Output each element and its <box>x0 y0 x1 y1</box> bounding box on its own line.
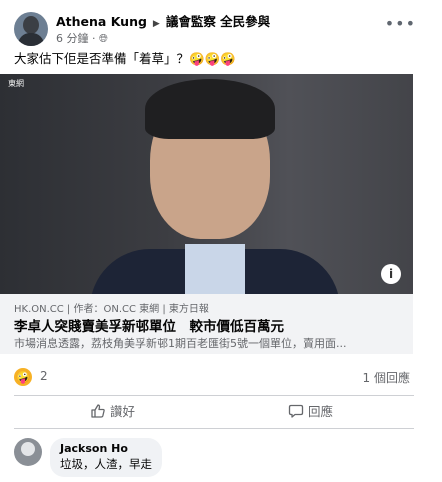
caret-right-icon: ▶ <box>152 19 160 29</box>
divider <box>14 395 414 396</box>
link-preview-image[interactable]: 東網 i <box>0 74 413 294</box>
comment-item: Jackson Ho 垃圾，人渣，早走 <box>14 438 414 478</box>
commenter-avatar[interactable] <box>14 438 42 466</box>
author-line: Athena Kung ▶ 議會監察 全民參與 <box>56 11 270 30</box>
post-time[interactable]: 6 分鐘 · 🌐︎ <box>56 30 108 46</box>
comment-count[interactable]: 1 個回應 <box>363 369 410 386</box>
post-timestamp[interactable]: 6 分鐘 · <box>56 32 99 45</box>
post-card: Athena Kung ▶ 議會監察 全民參與 6 分鐘 · 🌐︎ ••• 大家… <box>0 0 442 482</box>
link-title[interactable]: 李卓人突賤賣美孚新邨單位 較市價低百萬元 <box>14 315 284 335</box>
divider <box>14 428 414 429</box>
author-name[interactable]: Athena Kung <box>56 14 147 29</box>
like-button[interactable]: 讚好 <box>90 401 135 420</box>
globe-icon: 🌐︎ <box>99 32 108 45</box>
thumbs-up-icon <box>91 404 105 418</box>
reaction-bar: 🤪 2 1 個回應 <box>14 368 414 388</box>
link-description: 市場消息透露，荔枝角美孚新邨1期百老匯街5號一個單位，賣用面... <box>14 337 347 350</box>
comment-bubble: Jackson Ho 垃圾，人渣，早走 <box>50 438 162 477</box>
comment-button[interactable]: 回應 <box>288 401 333 420</box>
post-text: 大家估下佢是否準備「着草」？🤪🤪🤪 <box>14 51 236 66</box>
comment-icon <box>288 404 304 418</box>
reaction-count[interactable]: 2 <box>40 369 48 383</box>
watermark-logo: 東網 <box>8 79 24 88</box>
commenter-name[interactable]: Jackson Ho <box>60 442 152 455</box>
comment-text: 垃圾，人渣，早走 <box>60 457 152 471</box>
link-source: HK.ON.CC | 作者：ON.CC 東網 | 東方日報 <box>14 304 209 315</box>
comment-label: 回應 <box>308 404 334 419</box>
author-avatar[interactable] <box>14 12 48 46</box>
link-preview[interactable]: HK.ON.CC | 作者：ON.CC 東網 | 東方日報 李卓人突賤賣美孚新邨… <box>0 294 413 354</box>
like-label: 讚好 <box>110 404 136 419</box>
crazy-face-reaction-icon[interactable]: 🤪 <box>14 368 32 386</box>
more-options-icon[interactable]: ••• <box>385 14 416 33</box>
info-icon[interactable]: i <box>381 264 401 284</box>
group-name[interactable]: 議會監察 全民參與 <box>166 14 270 29</box>
action-bar: 讚好 回應 <box>14 397 414 427</box>
post-header: Athena Kung ▶ 議會監察 全民參與 6 分鐘 · 🌐︎ ••• <box>14 12 434 48</box>
